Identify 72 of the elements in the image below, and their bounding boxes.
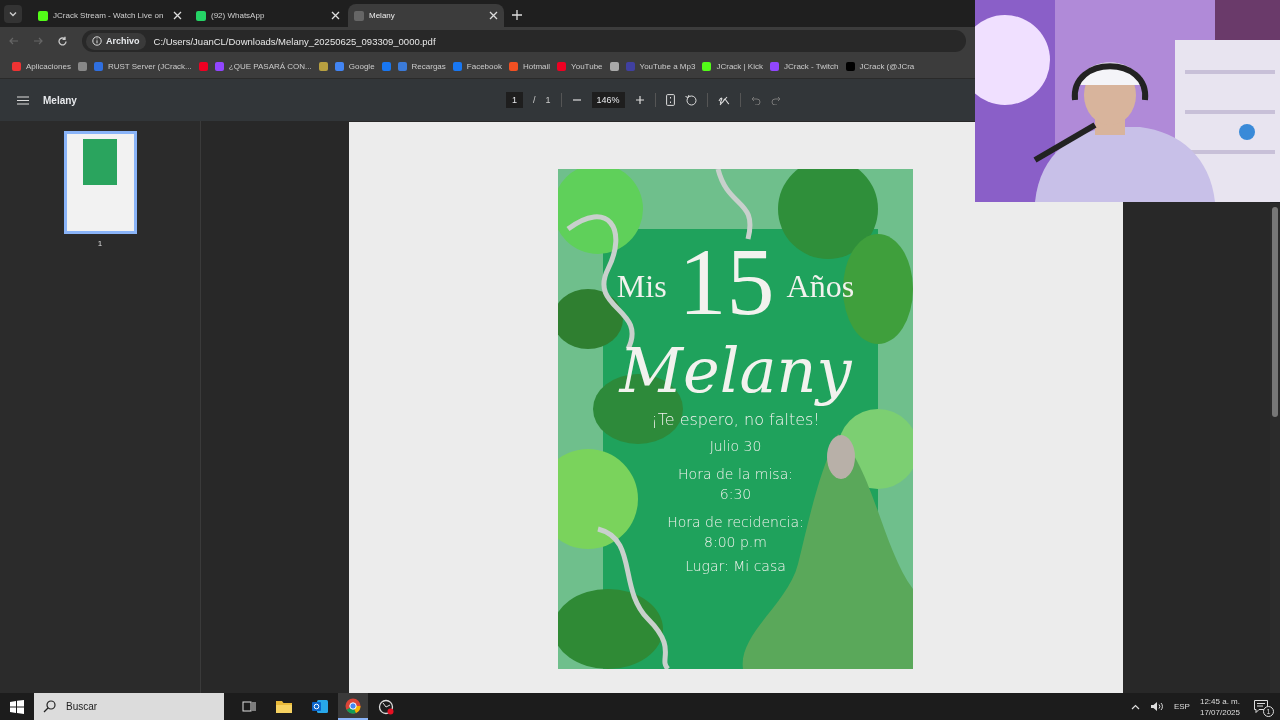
fit-page-icon[interactable] <box>665 94 675 106</box>
bookmark[interactable]: Google <box>334 62 375 71</box>
address-field[interactable]: Archivo C:/Users/JuanCL/Downloads/Melany_20250625_093309_0000.pdf <box>82 30 966 52</box>
document-title: Melany <box>43 94 77 106</box>
undo-icon[interactable] <box>750 95 761 105</box>
browser-tab[interactable]: JCrack Stream - Watch Live on <box>32 4 188 27</box>
bookmark[interactable]: JCrack - Twitch <box>769 62 839 71</box>
page-input[interactable]: 1 <box>506 92 523 108</box>
bookmark[interactable]: Aplicaciones <box>12 62 71 71</box>
bookmark-icon[interactable] <box>198 62 208 71</box>
bookmark[interactable]: JCrack (@JCra <box>845 62 915 71</box>
reload-icon[interactable] <box>57 35 68 47</box>
bookmark[interactable]: Recargas <box>397 62 446 71</box>
invitation-text: Julio 30 <box>709 437 762 455</box>
new-tab-icon[interactable] <box>512 10 522 20</box>
bookmark[interactable]: JCrack | Kick <box>702 62 763 71</box>
tray-expand-icon[interactable] <box>1130 703 1140 710</box>
age-number: 15 <box>678 237 775 327</box>
celebrant-name: Melany <box>619 333 852 409</box>
redo-icon[interactable] <box>770 95 781 105</box>
mail-app-icon[interactable] <box>312 699 328 714</box>
scrollbar[interactable] <box>1270 203 1280 693</box>
close-icon[interactable] <box>173 11 182 20</box>
task-view-icon[interactable] <box>242 700 256 713</box>
invitation-text: Hora de la misa: <box>678 465 793 483</box>
draw-icon[interactable] <box>717 94 730 106</box>
browser-taskbar-button[interactable] <box>338 693 368 720</box>
recording-app-icon[interactable] <box>378 698 394 715</box>
site-info-chip[interactable]: Archivo <box>86 32 146 50</box>
heading-word: Mis <box>616 268 667 305</box>
folder-icon[interactable] <box>276 700 292 713</box>
language-indicator[interactable]: ESP <box>1173 702 1190 711</box>
favicon-icon <box>38 10 48 21</box>
bookmark[interactable]: YouTube <box>557 62 603 71</box>
bookmark[interactable]: YouTube a Mp3 <box>625 62 696 71</box>
page-count: 1 <box>545 95 551 105</box>
heading-word: Años <box>786 268 855 305</box>
tab-search-icon[interactable] <box>4 5 22 23</box>
info-icon <box>92 36 102 46</box>
close-icon[interactable] <box>489 11 498 20</box>
invitation-text: 8:00 p.m <box>704 533 767 551</box>
close-icon[interactable] <box>331 11 340 20</box>
browser-tab[interactable]: (92) WhatsApp <box>190 4 346 27</box>
invitation-text: Lugar: Mi casa <box>685 557 786 575</box>
page-number: 1 <box>97 239 103 248</box>
zoom-in-icon[interactable] <box>634 95 645 105</box>
menu-icon[interactable] <box>17 95 29 105</box>
search-icon <box>43 700 56 713</box>
volume-icon[interactable] <box>1149 701 1164 712</box>
bookmark[interactable]: Facebook <box>452 62 502 71</box>
invitation-text: 6:30 <box>719 485 752 503</box>
invitation-text: ¡Te espero, no faltes! <box>651 411 820 429</box>
windows-start-icon[interactable] <box>10 699 24 714</box>
browser-icon <box>345 697 361 714</box>
page-separator: / <box>533 95 536 105</box>
bookmark-icon[interactable] <box>381 62 391 71</box>
invitation-text: Hora de recidencia: <box>667 513 804 531</box>
rotate-icon[interactable] <box>684 94 697 106</box>
bookmark-icon[interactable] <box>318 62 328 71</box>
clock-time[interactable]: 12:45 a. m. <box>1199 695 1240 707</box>
bookmark[interactable]: Hotmail <box>508 62 551 71</box>
page-thumbnail[interactable] <box>63 131 137 234</box>
bookmark-icon[interactable] <box>77 62 87 71</box>
clock-date[interactable]: 17/07/2025 <box>1199 706 1240 718</box>
zoom-field[interactable]: 146% <box>591 92 625 108</box>
search-field[interactable]: Buscar <box>34 693 224 720</box>
bookmark[interactable]: RUST Server (JCrack... <box>93 62 192 71</box>
bookmark-icon[interactable] <box>609 62 619 71</box>
favicon-icon <box>354 10 364 21</box>
bookmark[interactable]: ¿QUE PASARÁ CON... <box>214 62 312 71</box>
browser-tab[interactable]: Melany <box>348 4 504 27</box>
favicon-icon <box>196 10 206 21</box>
